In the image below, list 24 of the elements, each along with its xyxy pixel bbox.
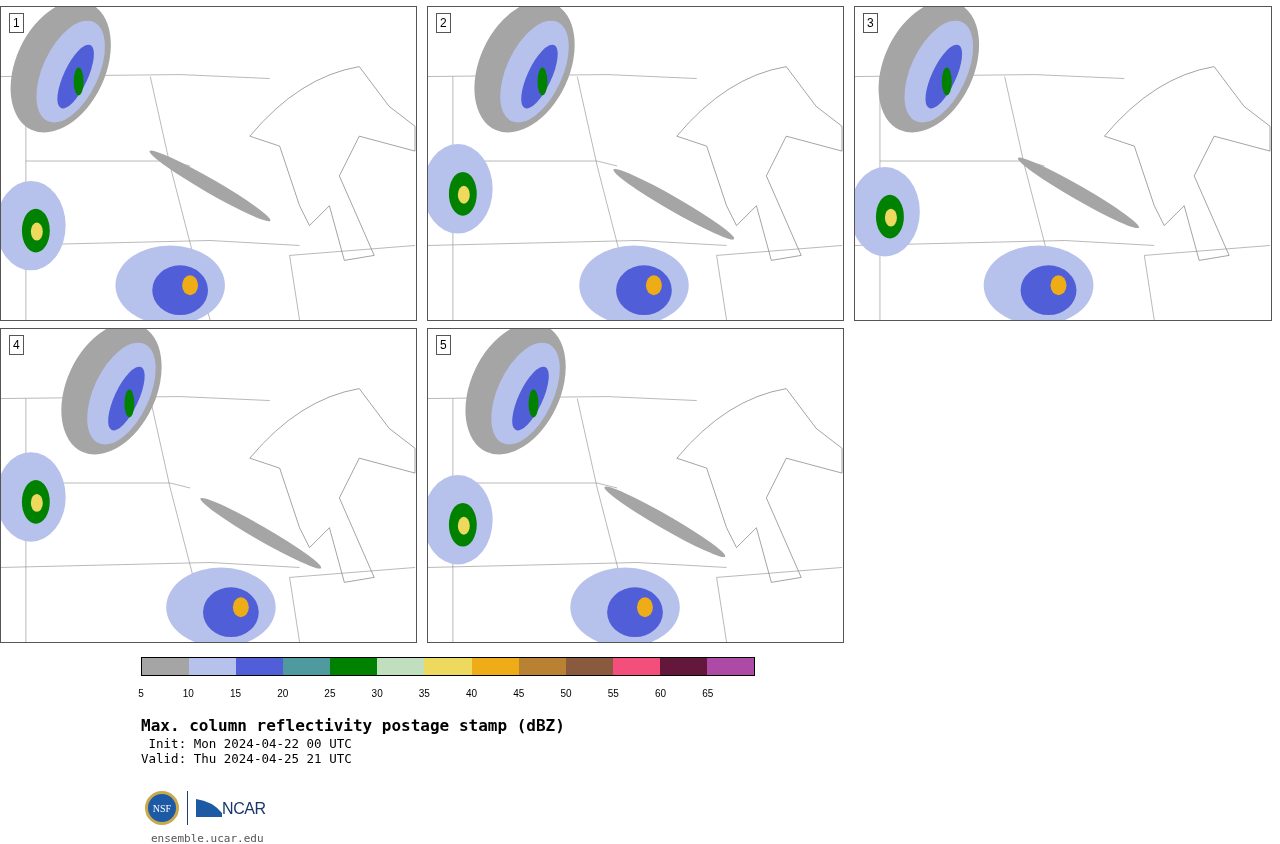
website-url: ensemble.ucar.edu	[151, 831, 265, 844]
nsf-logo: NSF	[145, 791, 179, 825]
ncar-logo: NCAR	[196, 799, 266, 817]
init-time: Init: Mon 2024-04-22 00 UTC	[147, 736, 353, 751]
tick-label: 60	[654, 687, 667, 701]
panel-number: 1	[9, 13, 24, 33]
tick-label: 35	[418, 687, 430, 701]
tick-label: 15	[229, 687, 241, 701]
panel-number: 4	[9, 335, 24, 355]
tick-label: 25	[324, 687, 336, 701]
tick-label: 5	[138, 687, 144, 701]
tick-label: 20	[277, 687, 289, 701]
panel-number: 5	[436, 335, 451, 355]
tick-label: 55	[607, 687, 619, 701]
chart-title: Max. column reflectivity postage stamp (dBZ)	[141, 716, 566, 736]
tick-label: 30	[371, 687, 383, 701]
tick-label: 50	[560, 687, 572, 701]
tick-label: 40	[466, 687, 478, 701]
tick-label: 10	[182, 687, 194, 701]
tick-label: 45	[513, 687, 525, 701]
panel-number: 2	[436, 13, 451, 33]
panel-number: 3	[863, 13, 878, 33]
tick-label: 65	[702, 687, 714, 701]
valid-time: Valid: Thu 2024-04-25 21 UTC	[141, 751, 353, 766]
